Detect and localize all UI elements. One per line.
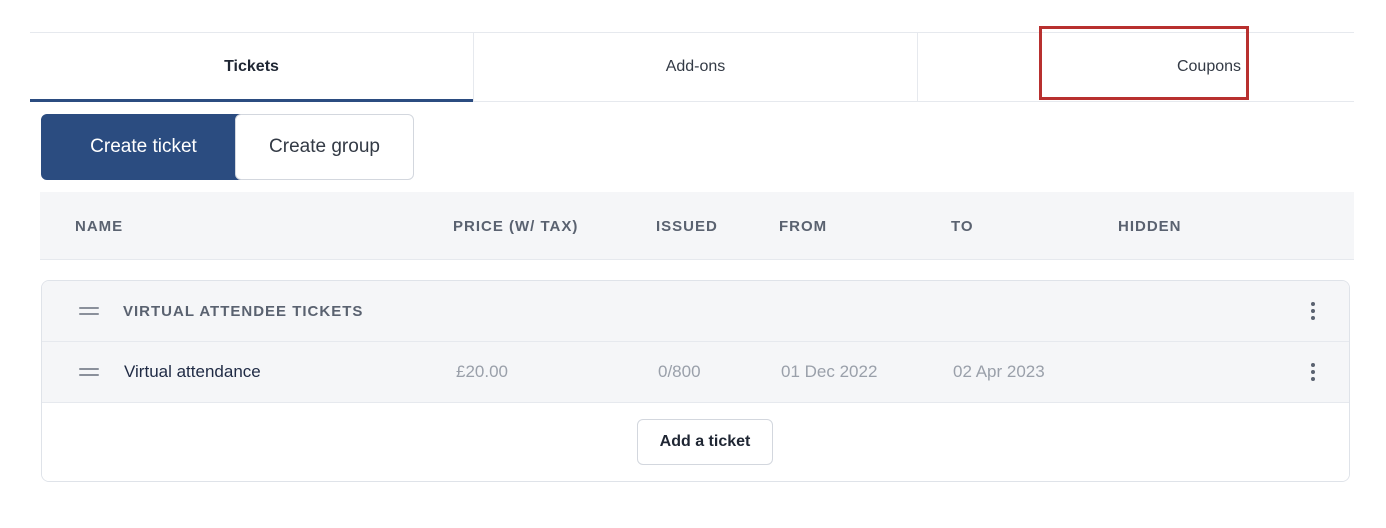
create-group-button[interactable]: Create group <box>235 114 414 180</box>
column-header-hidden: HIDDEN <box>1118 217 1182 235</box>
ticket-from-date: 01 Dec 2022 <box>781 362 878 381</box>
column-header-issued: ISSUED <box>656 217 718 235</box>
column-header-from: FROM <box>779 217 828 235</box>
ticket-issued: 0/800 <box>658 362 701 381</box>
column-header-price: PRICE (W/ TAX) <box>453 217 579 235</box>
column-header-name: NAME <box>75 217 124 235</box>
tab-add-ons-label: Add-ons <box>665 58 726 75</box>
ticketing-page: Tickets Add-ons Coupons Create ticket Cr… <box>0 0 1386 528</box>
ticket-group-card: VIRTUAL ATTENDEE TICKETS Virtual attenda… <box>41 280 1350 482</box>
create-ticket-label: Create ticket <box>90 136 197 157</box>
tab-add-ons[interactable]: Add-ons <box>473 33 917 101</box>
drag-handle-icon[interactable] <box>79 368 99 376</box>
ticket-group-name: VIRTUAL ATTENDEE TICKETS <box>123 302 364 320</box>
table-row[interactable]: Virtual attendance £20.00 0/800 01 Dec 2… <box>42 342 1349 403</box>
tab-bar: Tickets Add-ons Coupons <box>30 32 1354 102</box>
card-footer: Add a ticket <box>42 403 1349 481</box>
ticket-to-date: 02 Apr 2023 <box>953 362 1045 381</box>
ticket-price: £20.00 <box>456 362 508 381</box>
tab-tickets-label: Tickets <box>224 58 279 75</box>
drag-handle-icon[interactable] <box>79 307 99 315</box>
table-header: NAME PRICE (W/ TAX) ISSUED FROM TO HIDDE… <box>40 192 1354 260</box>
add-ticket-button[interactable]: Add a ticket <box>637 419 773 465</box>
create-ticket-button[interactable]: Create ticket <box>41 114 246 180</box>
more-vertical-icon[interactable] <box>1311 363 1315 381</box>
column-header-to: TO <box>951 217 974 235</box>
tab-coupons-label: Coupons <box>1176 58 1242 75</box>
ticket-name[interactable]: Virtual attendance <box>124 342 261 402</box>
add-ticket-label: Add a ticket <box>659 433 751 450</box>
more-vertical-icon[interactable] <box>1311 302 1315 320</box>
ticket-group-row: VIRTUAL ATTENDEE TICKETS <box>42 281 1349 342</box>
create-group-label: Create group <box>269 136 380 157</box>
tab-coupons[interactable]: Coupons <box>917 33 1354 101</box>
tab-tickets[interactable]: Tickets <box>30 33 473 102</box>
